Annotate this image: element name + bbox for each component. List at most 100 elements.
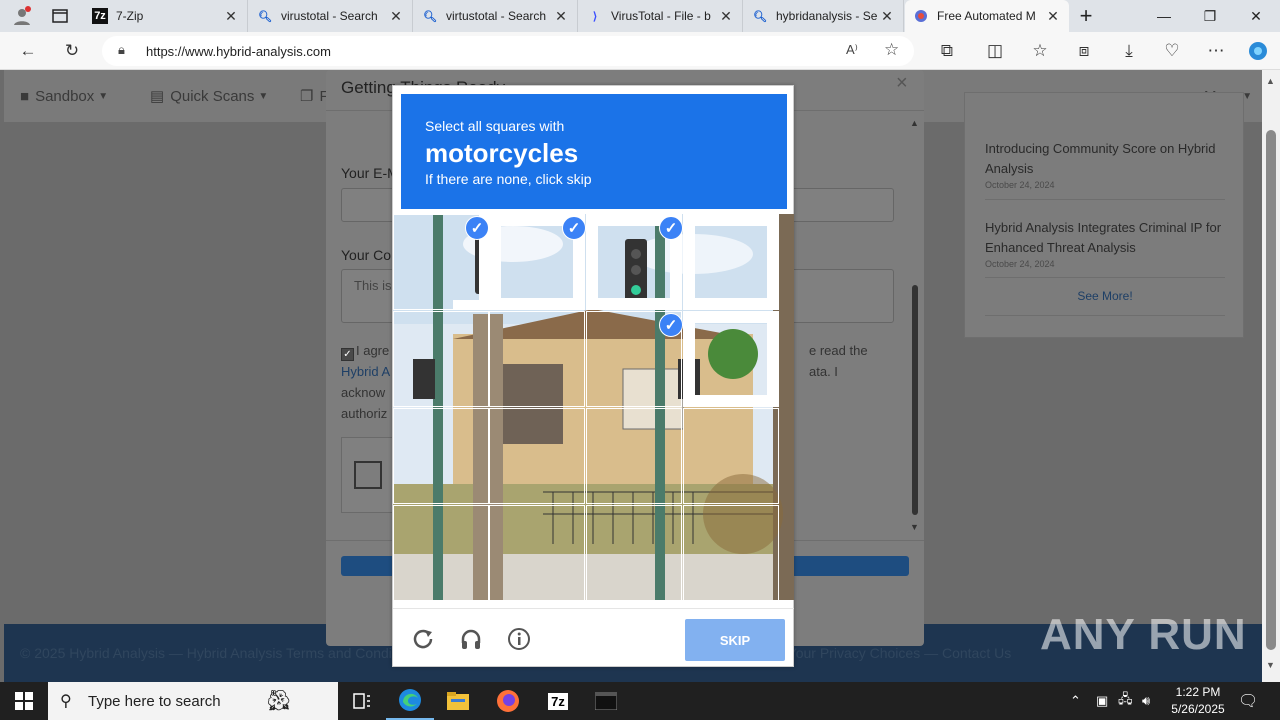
selected-tile-border — [683, 214, 779, 310]
firefox-icon[interactable] — [484, 682, 532, 720]
7zip-taskbar-icon[interactable]: 7z — [534, 682, 582, 720]
taskbar-search-box[interactable]: ⚲ Type here to search 🌺︎ — [48, 682, 338, 720]
scroll-down-icon[interactable]: ▼ — [1266, 660, 1275, 670]
captcha-tile[interactable] — [489, 505, 585, 600]
captcha-tile[interactable] — [393, 408, 489, 504]
browser-essentials-icon[interactable]: ♡ — [1156, 32, 1188, 70]
modal-scrollbar[interactable] — [912, 285, 918, 515]
modal-close-icon[interactable]: × — [896, 72, 908, 95]
search-icon: 🔍︎ — [423, 10, 437, 23]
network-icon[interactable]: 🖧︎ — [1118, 682, 1133, 720]
captcha-tile[interactable] — [393, 311, 489, 407]
extensions-icon[interactable]: ⧉ — [931, 32, 963, 70]
see-more-link[interactable]: See More! — [965, 289, 1245, 303]
recaptcha-checkbox[interactable] — [354, 461, 382, 489]
tray-chevron-icon[interactable]: ⌃ — [1070, 682, 1081, 720]
collections-icon[interactable]: ⧈ — [1068, 32, 1100, 70]
read-aloud-icon[interactable]: A⁾ — [846, 42, 858, 58]
captcha-tile[interactable] — [489, 311, 585, 407]
email-label: Your E-M — [341, 165, 399, 181]
reload-icon[interactable]: ↻ — [56, 32, 88, 70]
tab-hybridanalysis-search[interactable]: 🔍︎ hybridanalysis - Se ✕ — [744, 0, 904, 32]
refresh-icon[interactable] — [409, 625, 437, 653]
profile-icon[interactable] — [8, 4, 36, 28]
lock-icon[interactable]: 🔒︎ — [118, 42, 125, 58]
selected-tile-border — [683, 311, 779, 407]
modal-scroll-down-icon[interactable]: ▼ — [910, 522, 919, 532]
nav-sandbox[interactable]: ■ Sandbox ▼ — [20, 70, 108, 122]
scroll-thumb[interactable] — [1266, 130, 1276, 650]
minimize-icon[interactable]: — — [1141, 0, 1187, 32]
7zip-icon: 7z — [92, 8, 108, 24]
skip-button[interactable]: SKIP — [685, 619, 785, 661]
agree-line-1-end: e read the — [809, 343, 868, 358]
tab-7zip[interactable]: 7z 7-Zip ✕ — [84, 0, 248, 32]
favorites-icon[interactable]: ☆ — [1024, 32, 1056, 70]
close-icon[interactable]: ✕ — [553, 8, 569, 25]
agree-line-1-text: I agre — [356, 343, 390, 358]
notification-icon[interactable]: 🗨︎ — [1238, 682, 1258, 720]
search-icon: 🔍︎ — [258, 10, 272, 23]
start-windows-icon[interactable] — [0, 682, 48, 720]
close-icon[interactable]: ✕ — [879, 8, 895, 25]
close-icon[interactable]: ✕ — [1045, 8, 1061, 25]
captcha-tile[interactable] — [489, 408, 585, 504]
captcha-instruction: Select all squares with — [425, 118, 565, 134]
favorite-star-icon[interactable]: ☆ — [884, 40, 899, 60]
restore-icon[interactable]: ❐ — [1187, 0, 1233, 32]
divider — [985, 199, 1225, 200]
split-screen-icon[interactable]: ◫ — [979, 32, 1011, 70]
tab-virustotal-file[interactable]: ⟩ VirusTotal - File - b ✕ — [579, 0, 743, 32]
back-arrow-icon[interactable]: ← — [12, 32, 44, 70]
tray-device-icon[interactable]: ▣ — [1096, 682, 1108, 720]
browser-tab-strip: 7z 7-Zip ✕ 🔍︎ virustotal - Search ✕ 🔍︎ v… — [0, 0, 1280, 32]
agree-checkbox[interactable]: ✓ — [341, 348, 354, 361]
file-explorer-icon[interactable] — [434, 682, 482, 720]
captcha-challenge: Select all squares with motorcycles If t… — [392, 85, 794, 667]
address-bar[interactable]: 🔒︎ https://www.hybrid-analysis.com A⁾ ☆ — [102, 36, 914, 66]
captcha-tile[interactable] — [683, 505, 779, 600]
close-icon[interactable]: ✕ — [388, 8, 404, 25]
downloads-icon[interactable]: ⤓ — [1113, 32, 1145, 70]
terminal-icon[interactable] — [582, 682, 630, 720]
edge-browser-icon[interactable] — [386, 682, 434, 720]
captcha-tile[interactable] — [683, 408, 779, 504]
comment-label: Your Co — [341, 247, 392, 263]
new-tab-icon[interactable]: + — [1072, 0, 1100, 32]
window-close-icon[interactable]: ✕ — [1233, 0, 1279, 32]
caret-down-icon: ▼ — [258, 90, 269, 102]
tab-virtustotal-search[interactable]: 🔍︎ virtustotal - Search ✕ — [414, 0, 578, 32]
captcha-tile[interactable] — [393, 505, 489, 600]
info-icon[interactable] — [505, 625, 533, 653]
modal-scroll-up-icon[interactable]: ▲ — [910, 118, 919, 128]
news-panel: Introducing Community Score on Hybrid An… — [964, 92, 1244, 338]
captcha-tile[interactable] — [586, 408, 682, 504]
settings-more-icon[interactable]: ⋯ — [1200, 32, 1232, 70]
captcha-tile[interactable] — [586, 505, 682, 600]
hybrid-analysis-terms-link[interactable]: Hybrid A — [341, 364, 390, 379]
news-item[interactable]: Hybrid Analysis Integrates Criminal IP f… — [985, 218, 1225, 270]
taskbar-clock[interactable]: 1:22 PM 5/26/2025 — [1160, 682, 1236, 720]
file-icon: ▤ — [150, 88, 165, 105]
news-item[interactable]: Introducing Community Score on Hybrid An… — [985, 139, 1225, 191]
page-scrollbar[interactable]: ▲ ▼ — [1262, 70, 1280, 682]
scroll-up-icon[interactable]: ▲ — [1266, 76, 1275, 86]
audio-headphones-icon[interactable] — [457, 625, 485, 653]
close-icon[interactable]: ✕ — [718, 8, 734, 25]
task-view-icon[interactable] — [338, 682, 386, 720]
tab-hybrid-analysis[interactable]: Free Automated M ✕ — [905, 0, 1069, 32]
close-icon[interactable]: ✕ — [223, 8, 239, 25]
volume-icon[interactable]: 🔊︎ — [1142, 682, 1150, 720]
tab-virustotal-search[interactable]: 🔍︎ virustotal - Search ✕ — [249, 0, 413, 32]
clock-time: 1:22 PM — [1175, 685, 1221, 699]
nav-files[interactable]: ❐ F — [300, 70, 329, 122]
divider — [985, 277, 1225, 278]
captcha-hint: If there are none, click skip — [425, 171, 592, 187]
nav-quick-scans[interactable]: ▤ Quick Scans ▼ — [150, 70, 268, 122]
check-icon: ✓ — [465, 216, 489, 240]
copilot-icon[interactable] — [1242, 32, 1274, 70]
virustotal-icon: ⟩ — [592, 10, 598, 23]
comment-placeholder: This is — [354, 278, 392, 293]
tab-actions-icon[interactable] — [44, 4, 76, 28]
captcha-footer: SKIP — [393, 608, 794, 668]
